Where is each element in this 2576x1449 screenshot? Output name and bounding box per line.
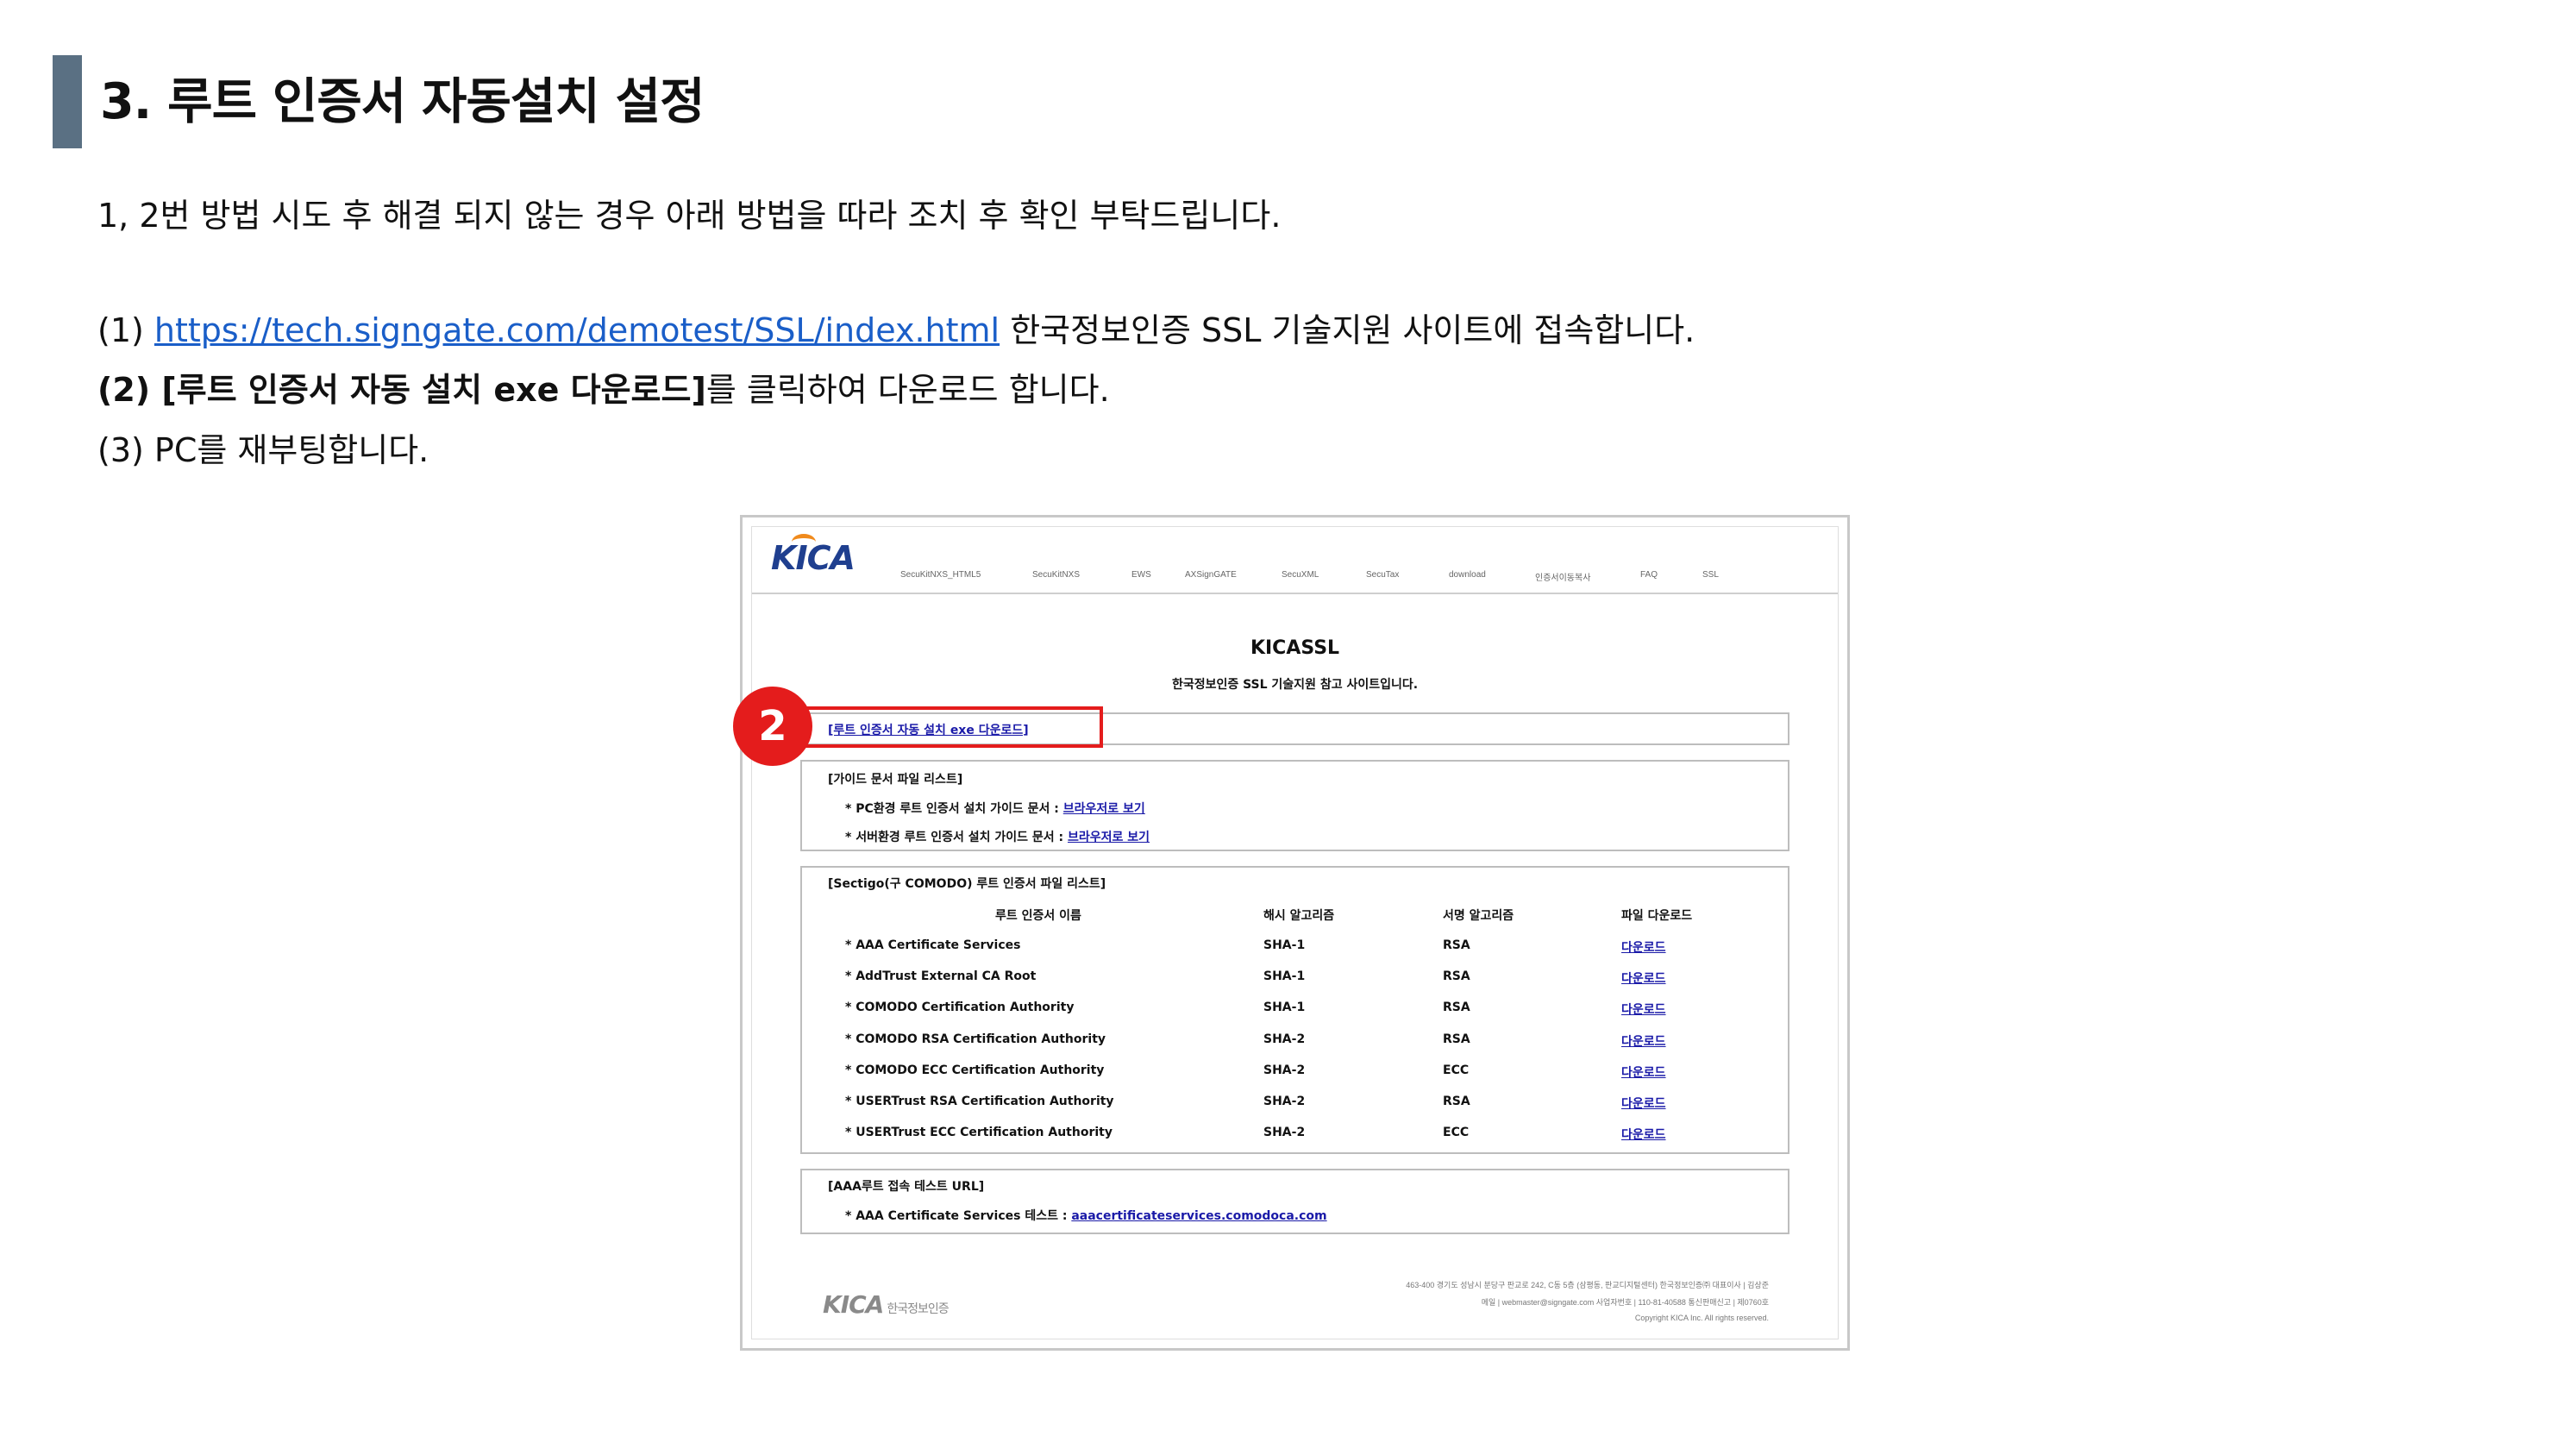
guide-heading: [가이드 문서 파일 리스트]	[828, 773, 963, 787]
tech-support-link[interactable]: https://tech.signgate.com/demotest/SSL/i…	[154, 311, 1000, 349]
cert-name: * AddTrust External CA Root	[845, 969, 1037, 984]
sectigo-heading: [Sectigo(구 COMODO) 루트 인증서 파일 리스트]	[828, 877, 1106, 891]
guide-pc-row: * PC환경 루트 인증서 설치 가이드 문서 : 브라우저로 보기	[845, 802, 1145, 816]
step-1: (1) https://tech.signgate.com/demotest/S…	[97, 306, 1695, 354]
site-frame: KICA SecuKitNXS_HTML5 SecuKitNXS EWS AXS…	[733, 526, 1839, 1339]
cert-name: * AAA Certificate Services	[845, 938, 1021, 952]
footer-copyright: Copyright KICA Inc. All rights reserved.	[1634, 1314, 1769, 1322]
guide-server-row: * 서버환경 루트 인증서 설치 가이드 문서 : 브라우저로 보기	[845, 831, 1150, 844]
nav-secukitnxs[interactable]: SecuKitNXS	[1032, 570, 1080, 580]
aaa-row: * AAA Certificate Services 테스트 : aaacert…	[845, 1209, 1327, 1223]
highlight-box	[795, 706, 1103, 748]
cert-name: * USERTrust RSA Certification Authority	[845, 1095, 1114, 1108]
col-sign: 서명 알고리즘	[1443, 909, 1514, 923]
footer-address: 463-400 경기도 성남시 분당구 판교로 242, C동 5층 (삼평동,…	[1406, 1281, 1769, 1289]
hash-algorithm: SHA-1	[1263, 969, 1306, 984]
footer-contact: 메일 | webmaster@signgate.com 사업자번호 | 110-…	[1481, 1298, 1769, 1307]
embedded-screenshot: KICA SecuKitNXS_HTML5 SecuKitNXS EWS AXS…	[733, 515, 1850, 1351]
step-badge: 2	[733, 687, 812, 766]
table-row: * COMODO ECC Certification Authority SHA-…	[802, 1063, 1788, 1095]
hash-algorithm: SHA-2	[1263, 1032, 1306, 1046]
hash-algorithm: SHA-2	[1263, 1063, 1306, 1077]
cert-name: * COMODO Certification Authority	[845, 1000, 1075, 1015]
col-cert-name: 루트 인증서 이름	[995, 909, 1081, 923]
site-navbar: KICA SecuKitNXS_HTML5 SecuKitNXS EWS AXS…	[752, 527, 1838, 594]
step-2: (2) [루트 인증서 자동 설치 exe 다운로드]를 클릭하여 다운로드 합…	[97, 366, 1110, 414]
table-row: * COMODO Certification Authority SHA-1 RSA…	[802, 1000, 1788, 1032]
download-link[interactable]: 다운로드	[1621, 969, 1666, 987]
nav-secutax[interactable]: SecuTax	[1366, 570, 1399, 580]
nav-faq[interactable]: FAQ	[1640, 570, 1658, 580]
table-row: * USERTrust RSA Certification Authority S…	[802, 1095, 1788, 1126]
step-1-suffix: 한국정보인증 SSL 기술지원 사이트에 접속합니다.	[1000, 311, 1695, 349]
title-accent-bar	[53, 55, 82, 148]
col-hash: 해시 알고리즘	[1263, 909, 1335, 923]
sign-algorithm: RSA	[1443, 1095, 1470, 1108]
nav-secuxml[interactable]: SecuXML	[1282, 570, 1319, 580]
download-link[interactable]: 다운로드	[1621, 1032, 1666, 1050]
nav-axsigngate[interactable]: AXSignGATE	[1185, 570, 1237, 580]
cert-name: * COMODO RSA Certification Authority	[845, 1032, 1106, 1046]
footer-logo: KICA 한국정보인증	[823, 1290, 950, 1319]
table-row: * USERTrust ECC Certification Authority S…	[802, 1126, 1788, 1157]
step-2-bold: (2) [루트 인증서 자동 설치 exe 다운로드]	[97, 371, 706, 409]
sign-algorithm: RSA	[1443, 969, 1470, 984]
sign-algorithm: RSA	[1443, 938, 1470, 952]
sign-algorithm: RSA	[1443, 1000, 1470, 1015]
col-download: 파일 다운로드	[1621, 909, 1693, 923]
site-subtitle: 한국정보인증 SSL 기술지원 참고 사이트입니다.	[1171, 678, 1419, 692]
table-row: * AAA Certificate Services SHA-1 RSA 다운로드	[802, 938, 1788, 969]
step-1-prefix: (1)	[97, 311, 154, 349]
sectigo-box: [Sectigo(구 COMODO) 루트 인증서 파일 리스트] 루트 인증서…	[800, 866, 1789, 1154]
aaa-heading: [AAA루트 접속 테스트 URL]	[828, 1180, 985, 1194]
nav-ssl[interactable]: SSL	[1702, 570, 1719, 580]
kica-logo: KICA	[771, 534, 856, 577]
hash-algorithm: SHA-2	[1263, 1095, 1306, 1108]
download-link[interactable]: 다운로드	[1621, 938, 1666, 956]
hash-algorithm: SHA-2	[1263, 1126, 1306, 1140]
guide-server-link[interactable]: 브라우저로 보기	[1068, 831, 1150, 844]
intro-text: 1, 2번 방법 시도 후 해결 되지 않는 경우 아래 방법을 따라 조치 후…	[97, 197, 1282, 235]
nav-ews[interactable]: EWS	[1131, 570, 1151, 580]
cert-name: * COMODO ECC Certification Authority	[845, 1063, 1105, 1077]
hash-algorithm: SHA-1	[1263, 938, 1306, 952]
logo-arc-icon	[792, 534, 816, 550]
hash-algorithm: SHA-1	[1263, 1000, 1306, 1015]
site-title: KICASSL	[1250, 637, 1340, 659]
nav-download[interactable]: download	[1449, 570, 1486, 580]
download-link[interactable]: 다운로드	[1621, 1126, 1666, 1143]
sign-algorithm: ECC	[1443, 1126, 1470, 1140]
table-row: * AddTrust External CA Root SHA-1 RSA 다운로드	[802, 969, 1788, 1000]
page-title: 3. 루트 인증서 자동설치 설정	[100, 73, 705, 130]
sign-algorithm: ECC	[1443, 1063, 1470, 1077]
step-3: (3) PC를 재부팅합니다.	[97, 431, 429, 469]
sign-algorithm: RSA	[1443, 1032, 1470, 1046]
download-link[interactable]: 다운로드	[1621, 1000, 1666, 1018]
guide-pc-link[interactable]: 브라우저로 보기	[1063, 802, 1145, 816]
nav-secukitnxs-html5[interactable]: SecuKitNXS_HTML5	[900, 570, 981, 580]
cert-name: * USERTrust ECC Certification Authority	[845, 1126, 1113, 1140]
download-link[interactable]: 다운로드	[1621, 1095, 1666, 1112]
guide-box: [가이드 문서 파일 리스트] * PC환경 루트 인증서 설치 가이드 문서 …	[800, 760, 1789, 851]
aaa-test-link[interactable]: aaacertificateservices.comodoca.com	[1071, 1209, 1326, 1223]
step-2-suffix: 를 클릭하여 다운로드 합니다.	[705, 371, 1110, 409]
table-row: * COMODO RSA Certification Authority SHA-…	[802, 1032, 1788, 1063]
aaa-box: [AAA루트 접속 테스트 URL] * AAA Certificate Ser…	[800, 1169, 1789, 1234]
download-link[interactable]: 다운로드	[1621, 1063, 1666, 1081]
nav-cert-copy[interactable]: 인증서이동복사	[1535, 570, 1590, 583]
